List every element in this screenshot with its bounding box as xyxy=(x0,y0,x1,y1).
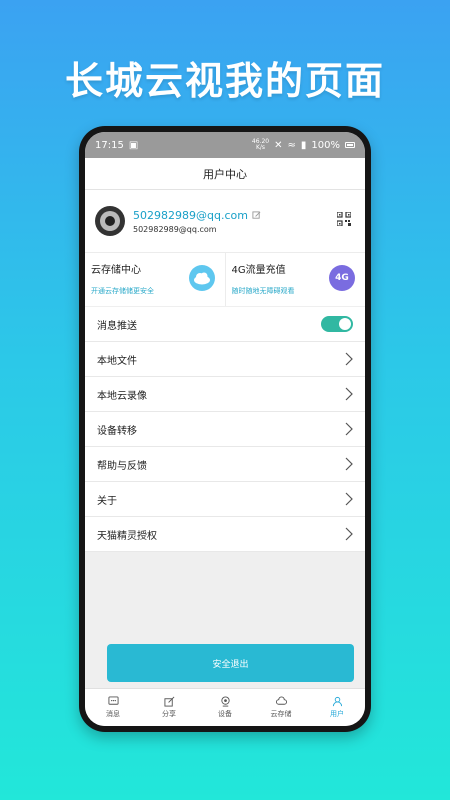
4g-badge-icon: 4G xyxy=(329,265,355,291)
menu-item-label: 本地文件 xyxy=(97,355,137,367)
user-icon xyxy=(332,696,342,707)
menu-item-device-transfer[interactable]: 设备转移 xyxy=(85,412,365,447)
menu-item-label: 帮助与反馈 xyxy=(97,460,147,472)
chevron-right-icon xyxy=(345,492,353,506)
signal-icon: ▮ xyxy=(300,139,307,151)
menu-item-label: 本地云录像 xyxy=(97,390,147,402)
bottom-tab-bar: 消息 分享 设备 云存储 用户 xyxy=(85,688,365,726)
menu-item-local-files[interactable]: 本地文件 xyxy=(85,342,365,377)
page-title: 用户中心 xyxy=(85,158,365,190)
menu-item-tmall-genie-auth[interactable]: 天猫精灵授权 xyxy=(85,517,365,552)
cloud-icon xyxy=(188,265,215,291)
push-toggle[interactable] xyxy=(321,316,353,332)
share-icon xyxy=(163,696,174,707)
avatar[interactable] xyxy=(95,206,125,236)
chevron-right-icon xyxy=(345,352,353,366)
user-email: 502982989@qq.com xyxy=(133,208,248,222)
promo-headline: 长城云视我的页面 xyxy=(64,59,385,103)
menu-item-local-cloud-recordings[interactable]: 本地云录像 xyxy=(85,377,365,412)
wifi-icon: ≈ xyxy=(287,139,296,151)
cloud-storage-card[interactable]: 云存储中心 开通云存储储更安全 xyxy=(85,253,225,306)
user-account: 502982989@qq.com xyxy=(133,224,217,234)
phone-screen: 17:15 ▣ 46.20 K/s ✕ ≈ ▮ 100% 用户中心 502982… xyxy=(85,132,365,726)
network-speed: 46.20 K/s xyxy=(251,138,270,151)
menu-item-label: 关于 xyxy=(97,495,117,507)
chevron-right-icon xyxy=(345,387,353,401)
battery-percent: 100% xyxy=(311,139,340,151)
battery-icon xyxy=(345,142,355,148)
chevron-right-icon xyxy=(345,422,353,436)
settings-menu: 消息推送 本地文件 本地云录像 设备转移 帮助与反馈 关于 天猫精灵授权 xyxy=(85,307,365,552)
cloud-storage-icon xyxy=(275,696,287,705)
tab-label: 用户 xyxy=(330,710,344,718)
data-topup-card[interactable]: 4G流量充值 随时随地无障碍观看 4G xyxy=(224,253,366,306)
status-bar: 17:15 ▣ 46.20 K/s ✕ ≈ ▮ 100% xyxy=(85,132,365,158)
tab-share[interactable]: 分享 xyxy=(141,689,197,726)
tab-label: 消息 xyxy=(106,710,120,718)
menu-item-label: 消息推送 xyxy=(97,320,137,332)
tab-label: 设备 xyxy=(218,710,232,718)
menu-item-label: 天猫精灵授权 xyxy=(97,530,157,542)
gallery-icon: ▣ xyxy=(128,139,139,151)
chevron-right-icon xyxy=(345,457,353,471)
tab-messages[interactable]: 消息 xyxy=(85,689,141,726)
menu-item-about[interactable]: 关于 xyxy=(85,482,365,517)
logout-button[interactable]: 安全退出 xyxy=(107,644,354,682)
service-cards: 云存储中心 开通云存储储更安全 4G流量充值 随时随地无障碍观看 4G xyxy=(85,252,365,306)
menu-item-label: 设备转移 xyxy=(97,425,137,437)
tab-user[interactable]: 用户 xyxy=(309,689,365,726)
chevron-right-icon xyxy=(345,527,353,541)
qr-code-icon[interactable] xyxy=(337,212,351,226)
message-icon xyxy=(107,696,119,705)
tab-label: 分享 xyxy=(162,710,176,718)
edit-icon[interactable] xyxy=(252,210,261,220)
profile-section[interactable]: 502982989@qq.com 502982989@qq.com xyxy=(85,190,365,252)
device-icon xyxy=(220,696,230,707)
menu-item-push-notifications[interactable]: 消息推送 xyxy=(85,307,365,342)
tab-cloud-storage[interactable]: 云存储 xyxy=(253,689,309,726)
mute-icon: ✕ xyxy=(274,139,283,151)
menu-item-help-feedback[interactable]: 帮助与反馈 xyxy=(85,447,365,482)
tab-label: 云存储 xyxy=(270,710,292,718)
status-time: 17:15 xyxy=(95,139,124,151)
phone-frame: 17:15 ▣ 46.20 K/s ✕ ≈ ▮ 100% 用户中心 502982… xyxy=(79,126,371,732)
tab-devices[interactable]: 设备 xyxy=(197,689,253,726)
